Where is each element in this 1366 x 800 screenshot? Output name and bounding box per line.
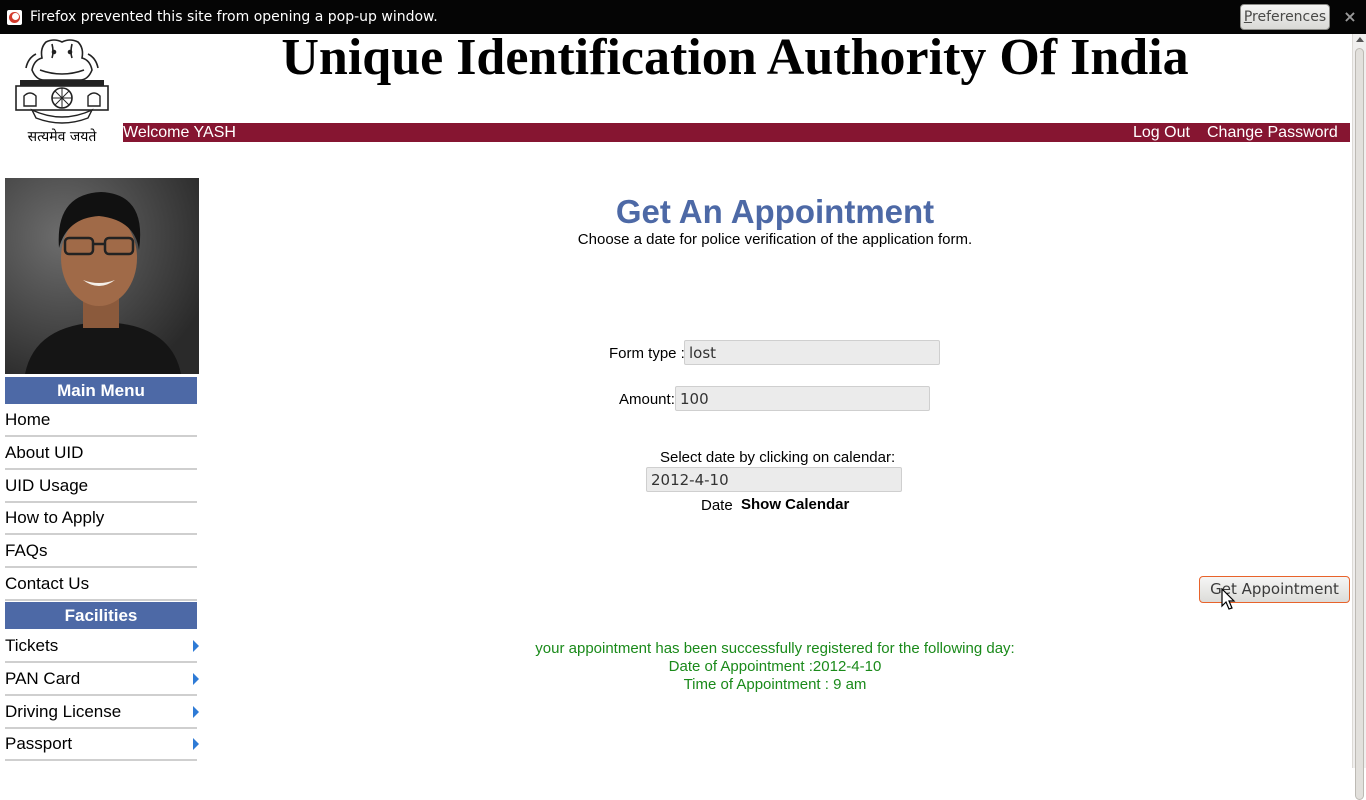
menu-item-label: About UID [5,443,84,462]
national-emblem-logo: सत्यमेव जयते [15,39,109,145]
menu-item-label: UID Usage [5,476,89,495]
welcome-message: Welcome YASH [123,124,236,141]
appointment-date: Date of Appointment :2012-4-10 [668,658,882,675]
preferences-label: references [1252,9,1327,25]
close-icon[interactable]: × [1341,7,1359,27]
menu-item-tickets[interactable]: Tickets [5,630,199,663]
logout-link[interactable]: Log Out [1133,123,1190,142]
submenu-arrow-icon [193,640,199,652]
show-calendar-link[interactable]: Show Calendar [741,496,849,513]
amount-label: Amount: [619,391,675,408]
page-scrollbar[interactable] [1352,34,1366,800]
menu-item-label: How to Apply [5,508,105,527]
site-title: Unique Identification Authority Of India [281,29,1189,86]
amount-field[interactable]: 100 [675,386,930,411]
popup-blocked-icon [7,10,22,25]
menu-item-label: Tickets [5,636,59,655]
menu-item-contact-us[interactable]: Contact Us [5,568,197,601]
submenu-arrow-icon [193,706,199,718]
menu-item-faqs[interactable]: FAQs [5,535,197,568]
page-subtitle: Choose a date for police verification of… [577,231,973,248]
menu-item-label: Contact Us [5,574,90,593]
date-label: Date [701,497,733,514]
menu-item-uid-usage[interactable]: UID Usage [5,470,197,503]
scroll-up-icon[interactable] [1356,37,1364,42]
preferences-button[interactable]: Preferences [1240,4,1330,30]
date-field[interactable]: 2012-4-10 [646,467,902,492]
menu-item-label: Driving License [5,702,122,721]
submenu-arrow-icon [193,738,199,750]
menu-item-home[interactable]: Home [5,404,197,437]
popup-message: Firefox prevented this site from opening… [30,9,438,25]
page-title: Get An Appointment [615,193,935,230]
menu-item-label: Home [5,410,51,429]
facilities-header: Facilities [5,602,197,629]
select-date-label: Select date by clicking on calendar: [660,449,896,466]
menu-item-label: Passport [5,734,73,753]
main-menu-header: Main Menu [5,377,197,404]
menu-item-label: PAN Card [5,669,81,688]
menu-item-label: FAQs [5,541,48,560]
appointment-time: Time of Appointment : 9 am [683,676,867,693]
submenu-arrow-icon [193,673,199,685]
scroll-thumb[interactable] [1355,48,1364,800]
menu-item-pan-card[interactable]: PAN Card [5,663,199,696]
form-type-field[interactable]: lost [684,340,940,365]
welcome-bar: Welcome YASH Log Out Change Password [123,123,1350,142]
mouse-cursor-icon [1221,588,1236,610]
emblem-motto: सत्यमेव जयते [28,128,98,145]
menu-item-passport[interactable]: Passport [5,728,199,761]
user-photo [5,178,199,374]
form-type-label: Form type : [609,345,685,362]
menu-item-driving-license[interactable]: Driving License [5,696,199,729]
menu-item-about-uid[interactable]: About UID [5,437,197,470]
success-message: your appointment has been successfully r… [535,640,1015,657]
preferences-accesskey: P [1243,9,1253,25]
change-password-link[interactable]: Change Password [1207,123,1338,142]
menu-item-how-to-apply[interactable]: How to Apply [5,502,197,535]
